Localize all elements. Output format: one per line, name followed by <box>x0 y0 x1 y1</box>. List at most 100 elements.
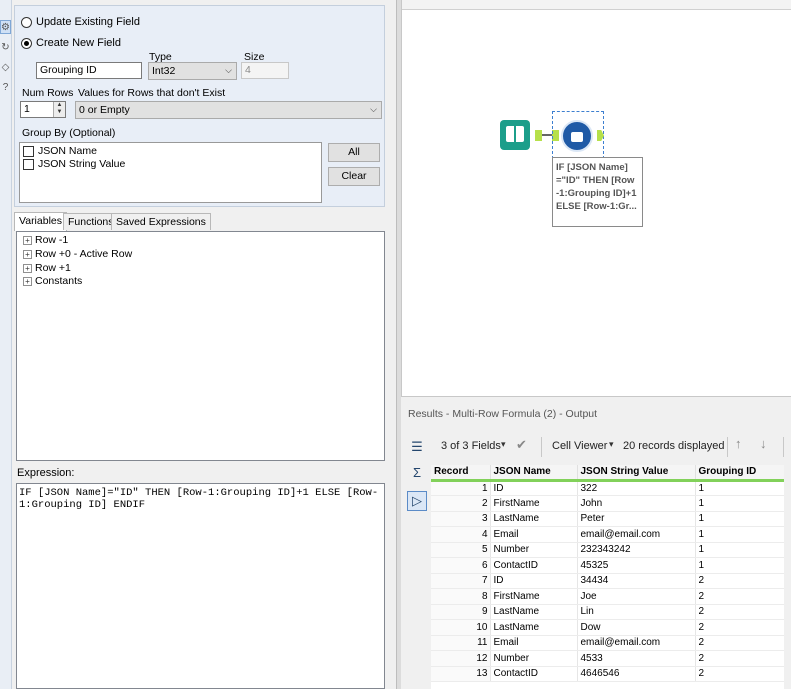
tag-icon[interactable]: ◇ <box>0 60 11 74</box>
stepper-arrows-icon[interactable]: ▲ ▼ <box>53 102 65 117</box>
create-new-field-option[interactable]: Create New Field <box>21 37 121 49</box>
json-parse-tool-icon[interactable] <box>500 120 530 150</box>
table-row[interactable]: 8 FirstName Joe 2 <box>431 588 784 605</box>
json-string-value-cell[interactable]: Joe <box>577 588 696 605</box>
table-row[interactable]: 6 ContactID 45325 1 <box>431 557 784 574</box>
chevron-down-icon[interactable]: ▾ <box>609 439 614 450</box>
tree-item-row-minus-1[interactable]: + Row -1 <box>23 234 68 246</box>
arrow-up-icon[interactable]: ↑ <box>735 436 742 451</box>
grouping-id-cell[interactable]: 2 <box>695 619 784 636</box>
table-row[interactable]: 3 LastName Peter 1 <box>431 511 784 527</box>
grouping-id-cell[interactable]: 2 <box>695 588 784 605</box>
table-row[interactable]: 13 ContactID 4646546 2 <box>431 666 784 682</box>
workflow-canvas[interactable]: IF [JSON Name] ="ID" THEN [Row -1:Groupi… <box>401 0 791 396</box>
grouping-id-cell[interactable]: 1 <box>695 557 784 574</box>
help-icon[interactable]: ? <box>0 80 11 94</box>
column-header-json-name[interactable]: JSON Name <box>490 465 578 482</box>
tag-icon[interactable]: ▷ <box>407 491 427 511</box>
grouping-id-cell[interactable]: 1 <box>695 480 784 496</box>
json-string-value-cell[interactable]: John <box>577 495 696 512</box>
table-row[interactable]: 5 Number 232343242 1 <box>431 542 784 558</box>
group-by-item[interactable]: JSON String Value <box>23 158 125 170</box>
tree-item-constants[interactable]: + Constants <box>23 275 82 287</box>
table-row[interactable]: 12 Number 4533 2 <box>431 650 784 667</box>
grouping-id-cell[interactable]: 2 <box>695 604 784 620</box>
column-header-grouping-id[interactable]: Grouping ID <box>695 465 784 482</box>
record-cell[interactable]: 3 <box>431 511 491 527</box>
json-name-cell[interactable]: Email <box>490 635 578 651</box>
sigma-icon[interactable]: Σ <box>407 462 427 482</box>
json-name-cell[interactable]: LastName <box>490 511 578 527</box>
table-row[interactable]: 9 LastName Lin 2 <box>431 604 784 620</box>
record-cell[interactable]: 7 <box>431 573 491 589</box>
record-cell[interactable]: 12 <box>431 650 491 667</box>
table-row[interactable]: 4 Email email@email.com 1 <box>431 526 784 543</box>
expression-editor[interactable]: IF [JSON Name]="ID" THEN [Row-1:Grouping… <box>16 483 385 689</box>
json-string-value-cell[interactable]: 4533 <box>577 650 696 667</box>
json-string-value-cell[interactable]: 34434 <box>577 573 696 589</box>
json-string-value-cell[interactable]: email@email.com <box>577 635 696 651</box>
column-header-record[interactable]: Record <box>431 465 491 482</box>
results-grid[interactable]: Record JSON Name JSON String Value Group… <box>431 465 784 689</box>
type-select[interactable]: Int32 ⌵ <box>148 62 237 80</box>
fields-list-icon[interactable]: ☰ <box>407 437 427 457</box>
grouping-id-cell[interactable]: 2 <box>695 573 784 589</box>
grouping-id-cell[interactable]: 1 <box>695 495 784 512</box>
json-string-value-cell[interactable]: 322 <box>577 480 696 496</box>
checkbox[interactable] <box>23 158 34 170</box>
json-name-cell[interactable]: ContactID <box>490 666 578 682</box>
multi-row-formula-tool-icon[interactable] <box>561 120 593 152</box>
json-name-cell[interactable]: ID <box>490 480 578 496</box>
chevron-down-icon[interactable]: ▾ <box>501 439 506 450</box>
update-existing-field-option[interactable]: Update Existing Field <box>21 16 140 28</box>
record-cell[interactable]: 2 <box>431 495 491 512</box>
record-cell[interactable]: 6 <box>431 557 491 574</box>
record-cell[interactable]: 9 <box>431 604 491 620</box>
json-string-value-cell[interactable]: 232343242 <box>577 542 696 558</box>
grouping-id-cell[interactable]: 2 <box>695 650 784 667</box>
record-cell[interactable]: 4 <box>431 526 491 543</box>
column-header-json-string-value[interactable]: JSON String Value <box>577 465 696 482</box>
json-string-value-cell[interactable]: 4646546 <box>577 666 696 682</box>
record-cell[interactable]: 11 <box>431 635 491 651</box>
json-name-cell[interactable]: LastName <box>490 619 578 636</box>
json-string-value-cell[interactable]: Dow <box>577 619 696 636</box>
json-name-cell[interactable]: Number <box>490 650 578 667</box>
tree-item-row-plus-1[interactable]: + Row +1 <box>23 262 71 274</box>
grouping-id-cell[interactable]: 2 <box>695 635 784 651</box>
output-anchor-icon[interactable] <box>535 130 542 141</box>
grouping-id-cell[interactable]: 1 <box>695 511 784 527</box>
json-name-cell[interactable]: FirstName <box>490 588 578 605</box>
radio-button-selected[interactable] <box>21 37 32 49</box>
table-row[interactable]: 11 Email email@email.com 2 <box>431 635 784 651</box>
json-name-cell[interactable]: ID <box>490 573 578 589</box>
json-name-cell[interactable]: Email <box>490 526 578 543</box>
expand-icon[interactable]: + <box>23 235 32 245</box>
record-cell[interactable]: 5 <box>431 542 491 558</box>
radio-button[interactable] <box>21 16 32 28</box>
record-cell[interactable]: 8 <box>431 588 491 605</box>
table-row[interactable]: 7 ID 34434 2 <box>431 573 784 589</box>
tab-variables[interactable]: Variables <box>14 212 67 231</box>
tree-item-active-row[interactable]: + Row +0 - Active Row <box>23 248 132 260</box>
num-rows-stepper[interactable]: 1 ▲ ▼ <box>20 101 66 118</box>
json-string-value-cell[interactable]: Lin <box>577 604 696 620</box>
json-name-cell[interactable]: ContactID <box>490 557 578 574</box>
grouping-id-cell[interactable]: 1 <box>695 526 784 543</box>
table-row[interactable]: 1 ID 322 1 <box>431 480 784 496</box>
new-field-name-input[interactable]: Grouping ID <box>36 62 142 79</box>
table-row[interactable]: 10 LastName Dow 2 <box>431 619 784 636</box>
json-name-cell[interactable]: LastName <box>490 604 578 620</box>
group-by-item[interactable]: JSON Name <box>23 145 97 157</box>
checkbox[interactable] <box>23 145 34 157</box>
fields-count-dropdown[interactable]: 3 of 3 Fields <box>441 440 501 452</box>
expand-icon[interactable]: + <box>23 263 32 273</box>
clear-button[interactable]: Clear <box>328 167 380 186</box>
expand-icon[interactable]: + <box>23 276 32 286</box>
cell-viewer-dropdown[interactable]: Cell Viewer <box>552 440 607 452</box>
json-string-value-cell[interactable]: Peter <box>577 511 696 527</box>
arrow-down-icon[interactable]: ↓ <box>760 436 767 451</box>
checkmark-icon[interactable]: ✔ <box>516 437 527 453</box>
record-cell[interactable]: 13 <box>431 666 491 682</box>
gear-icon[interactable]: ⚙ <box>0 20 11 34</box>
